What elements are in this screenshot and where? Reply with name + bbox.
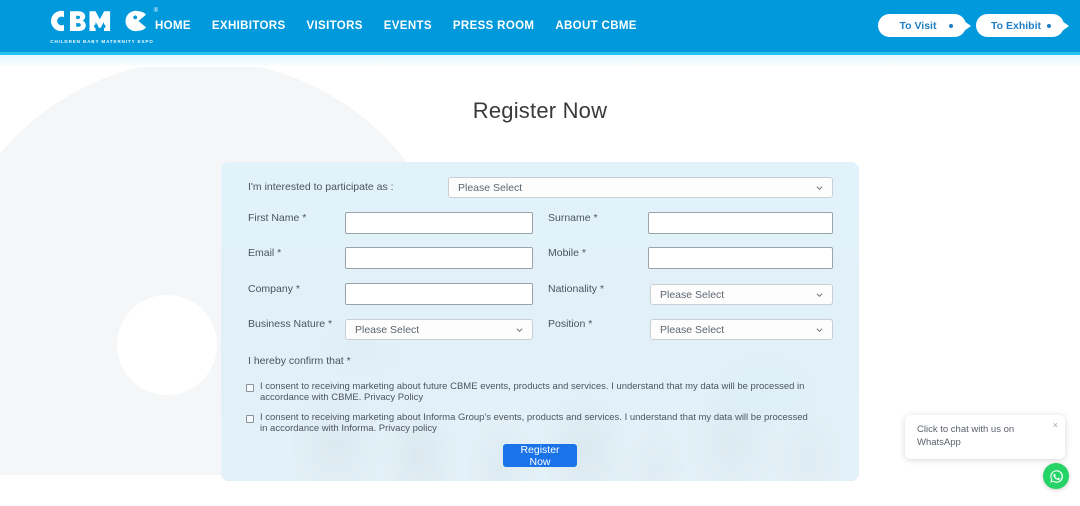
mobile-label: Mobile * bbox=[548, 247, 586, 259]
to-visit-button[interactable]: To Visit bbox=[878, 14, 971, 37]
chevron-down-icon bbox=[816, 291, 823, 298]
consent-text-informa: I consent to receiving marketing about I… bbox=[260, 412, 808, 434]
bullet-dot-icon bbox=[949, 23, 953, 28]
first-name-input[interactable] bbox=[345, 212, 533, 234]
arrow-tail-icon bbox=[964, 20, 971, 31]
consent-row-informa[interactable]: I consent to receiving marketing about I… bbox=[246, 412, 816, 434]
to-visit-label: To Visit bbox=[899, 19, 937, 32]
consent-checkbox-informa[interactable] bbox=[246, 415, 254, 423]
business-nature-label: Business Nature * bbox=[248, 318, 333, 330]
confirm-heading: I hereby confirm that * bbox=[248, 355, 351, 367]
site-header: ® CHILDREN BABY MATERNITY EXPO HOME EXHI… bbox=[0, 0, 1080, 52]
chevron-down-icon bbox=[816, 326, 823, 333]
nav-item-exhibitors[interactable]: EXHIBITORS bbox=[212, 20, 286, 32]
nationality-select-value: Please Select bbox=[660, 288, 725, 301]
close-icon[interactable]: × bbox=[1053, 421, 1058, 430]
page-root: ® CHILDREN BABY MATERNITY EXPO HOME EXHI… bbox=[0, 0, 1080, 506]
consent-row-cbme[interactable]: I consent to receiving marketing about f… bbox=[246, 381, 816, 403]
first-name-label: First Name * bbox=[248, 212, 307, 224]
whatsapp-icon bbox=[1049, 469, 1063, 483]
consent-text-cbme: I consent to receiving marketing about f… bbox=[260, 381, 805, 403]
to-exhibit-button[interactable]: To Exhibit bbox=[976, 14, 1069, 37]
bullet-dot-icon bbox=[1047, 23, 1051, 28]
nav-item-home[interactable]: HOME bbox=[155, 20, 191, 32]
to-exhibit-label: To Exhibit bbox=[991, 19, 1041, 32]
surname-label: Surname * bbox=[548, 212, 598, 224]
header-action-buttons: To Visit To Exhibit bbox=[878, 14, 1069, 37]
arrow-tail-icon bbox=[1062, 20, 1069, 31]
business-nature-select[interactable]: Please Select bbox=[345, 319, 533, 340]
chevron-down-icon bbox=[516, 326, 523, 333]
participate-select-value: Please Select bbox=[458, 181, 523, 194]
whatsapp-chat-button[interactable] bbox=[1043, 463, 1069, 489]
header-accent-line bbox=[0, 52, 1080, 55]
logo-tagline: CHILDREN BABY MATERNITY EXPO bbox=[50, 39, 154, 44]
participate-select[interactable]: Please Select bbox=[448, 177, 833, 198]
register-now-button[interactable]: Register Now bbox=[503, 444, 577, 468]
logo-mark: ® bbox=[50, 8, 158, 34]
email-label: Email * bbox=[248, 247, 282, 259]
position-select[interactable]: Please Select bbox=[650, 319, 833, 340]
position-label: Position * bbox=[548, 318, 593, 330]
nav-item-events[interactable]: EVENTS bbox=[384, 20, 432, 32]
whatsapp-tooltip-text: Click to chat with us on WhatsApp bbox=[917, 424, 1015, 448]
nationality-label: Nationality * bbox=[548, 283, 605, 295]
main-navigation: HOME EXHIBITORS VISITORS EVENTS PRESS RO… bbox=[155, 0, 637, 52]
nav-item-about-cbme[interactable]: ABOUT CBME bbox=[555, 20, 636, 32]
business-nature-select-value: Please Select bbox=[355, 323, 420, 336]
surname-input[interactable] bbox=[648, 212, 833, 234]
header-fade-band bbox=[0, 55, 1080, 67]
nav-item-press-room[interactable]: PRESS ROOM bbox=[453, 20, 534, 32]
nationality-select[interactable]: Please Select bbox=[650, 284, 833, 305]
nav-item-visitors[interactable]: VISITORS bbox=[306, 20, 362, 32]
cbme-logo[interactable]: ® CHILDREN BABY MATERNITY EXPO bbox=[47, 4, 158, 48]
chevron-down-icon bbox=[816, 184, 823, 191]
position-select-value: Please Select bbox=[660, 323, 725, 336]
company-input[interactable] bbox=[345, 283, 533, 305]
consent-checkbox-cbme[interactable] bbox=[246, 384, 254, 392]
cbme-wordmark-icon bbox=[50, 10, 146, 32]
email-input[interactable] bbox=[345, 247, 533, 269]
participate-label: I'm interested to participate as : bbox=[248, 181, 394, 193]
mobile-input[interactable] bbox=[648, 247, 833, 269]
company-label: Company * bbox=[248, 283, 300, 295]
whatsapp-tooltip: Click to chat with us on WhatsApp × bbox=[905, 415, 1065, 459]
